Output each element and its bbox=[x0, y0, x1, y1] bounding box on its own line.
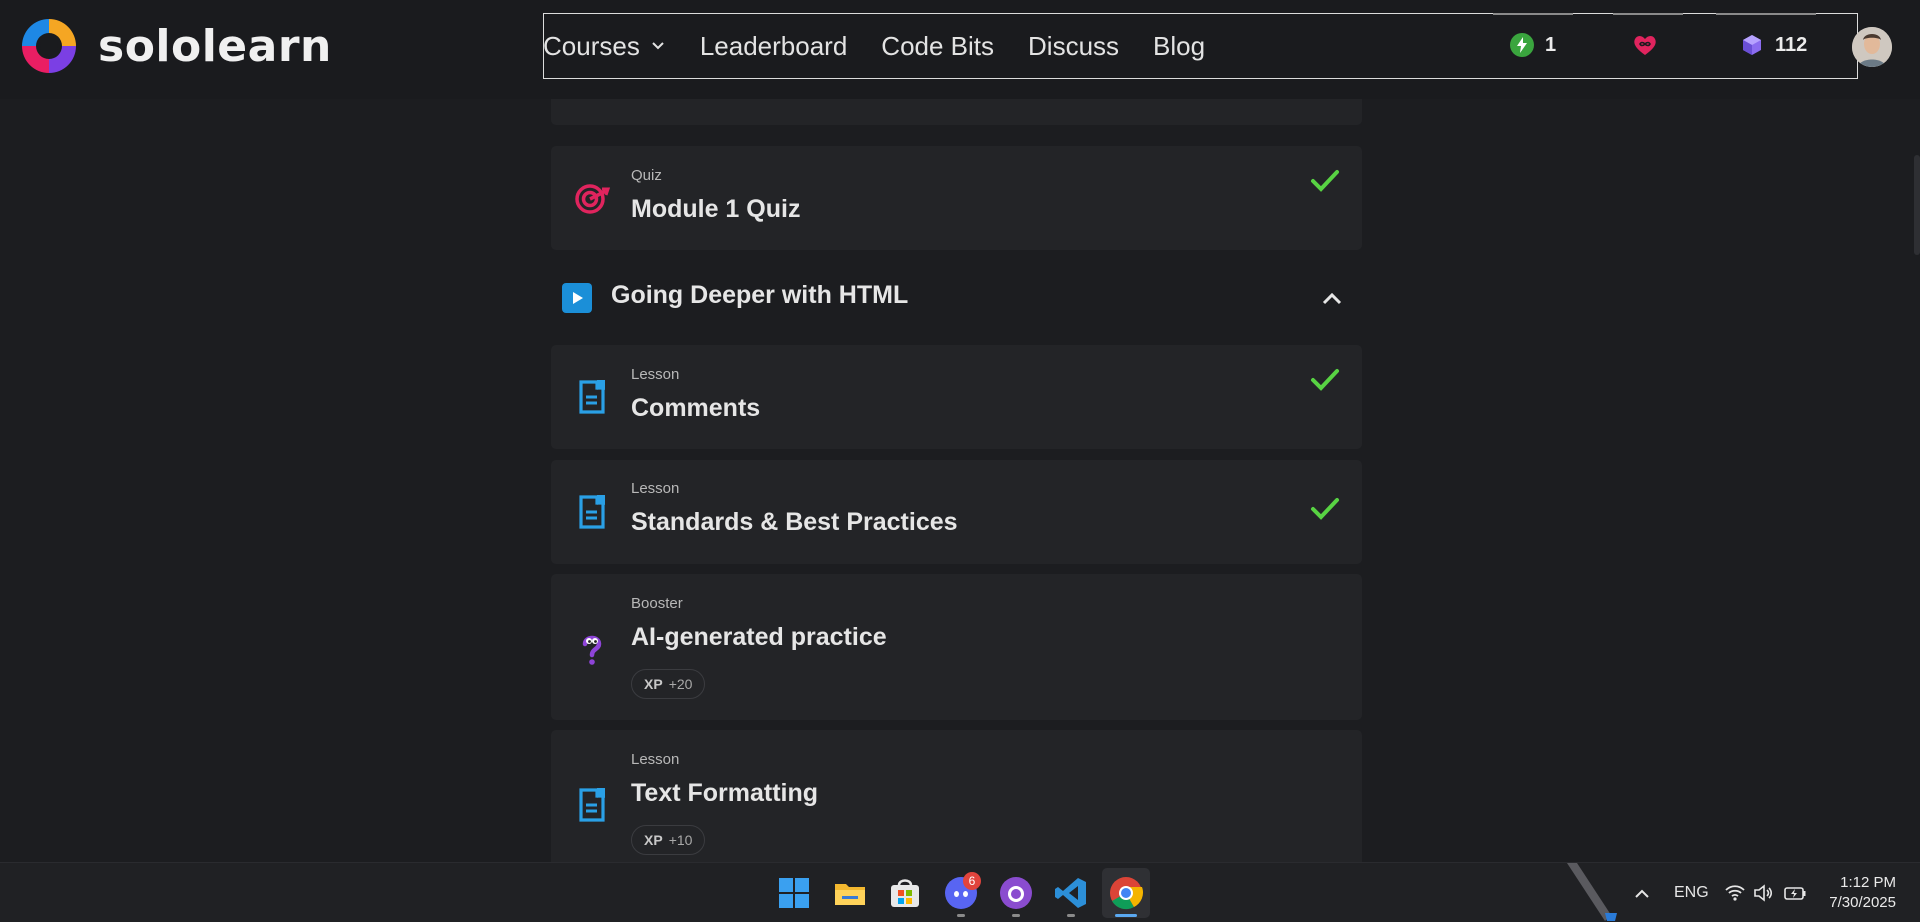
question-booster-icon bbox=[582, 635, 602, 665]
card-title: Standards & Best Practices bbox=[631, 508, 958, 536]
clock-time: 1:12 PM bbox=[1840, 874, 1896, 891]
divider bbox=[1613, 13, 1683, 15]
lesson-card-comments[interactable]: Lesson Comments bbox=[551, 345, 1362, 449]
gems-count: 112 bbox=[1775, 33, 1808, 56]
xp-label: XP bbox=[644, 676, 663, 692]
chrome-icon[interactable] bbox=[1108, 875, 1144, 911]
clock-date: 7/30/2025 bbox=[1829, 894, 1896, 911]
chevron-up-icon[interactable] bbox=[1320, 287, 1344, 311]
lesson-card-text-formatting[interactable]: Lesson Text Formatting XP +10 bbox=[551, 730, 1362, 880]
infinite-heart-icon bbox=[1634, 36, 1656, 55]
nav-courses[interactable]: Courses bbox=[543, 31, 666, 62]
user-avatar[interactable] bbox=[1852, 27, 1892, 67]
gems-counter[interactable]: 112 bbox=[1739, 32, 1807, 58]
system-clock[interactable]: 1:12 PM 7/30/2025 bbox=[1829, 873, 1896, 913]
card-title: AI-generated practice bbox=[631, 623, 887, 651]
nav-blog[interactable]: Blog bbox=[1153, 31, 1205, 62]
microsoft-store-icon[interactable] bbox=[887, 875, 923, 911]
notification-badge: 6 bbox=[963, 872, 981, 890]
main-nav: Courses Leaderboard Code Bits Discuss Bl… bbox=[543, 13, 1239, 79]
lesson-card-standards[interactable]: Lesson Standards & Best Practices bbox=[551, 460, 1362, 564]
checkmark-icon bbox=[1311, 369, 1339, 391]
sololearn-page: sololearn Courses Leaderboard Code Bits … bbox=[0, 0, 1920, 922]
lightning-bolt-icon bbox=[1510, 33, 1534, 57]
nav-courses-label: Courses bbox=[543, 30, 640, 61]
hearts-counter[interactable] bbox=[1632, 32, 1668, 58]
windows-start-icon[interactable] bbox=[776, 875, 812, 911]
card-title: Comments bbox=[631, 394, 761, 422]
windows-taskbar: 6 ENG 1:12 PM 7/30/2025 bbox=[0, 862, 1920, 922]
xp-value: +20 bbox=[668, 676, 693, 692]
vscode-icon[interactable] bbox=[1053, 875, 1089, 911]
wifi-icon[interactable] bbox=[1724, 883, 1746, 903]
volume-icon[interactable] bbox=[1753, 883, 1775, 903]
chevron-up-icon[interactable] bbox=[1633, 885, 1651, 903]
nav-discuss[interactable]: Discuss bbox=[1028, 31, 1119, 62]
sololearn-logo[interactable]: sololearn bbox=[18, 15, 332, 77]
running-indicator bbox=[1012, 914, 1020, 917]
running-indicator bbox=[1067, 914, 1075, 917]
xp-badge: XP +20 bbox=[631, 669, 706, 699]
card-title: Module 1 Quiz bbox=[631, 195, 801, 223]
target-icon bbox=[575, 184, 611, 214]
play-icon bbox=[562, 283, 592, 313]
profile-photo-icon bbox=[1852, 27, 1892, 67]
page-scrollbar[interactable] bbox=[1914, 155, 1920, 255]
card-kind-label: Lesson bbox=[631, 751, 680, 768]
nav-leaderboard[interactable]: Leaderboard bbox=[700, 31, 847, 62]
xp-value: +10 bbox=[668, 832, 693, 848]
github-desktop-icon[interactable] bbox=[998, 875, 1034, 911]
running-indicator bbox=[957, 914, 965, 917]
checkmark-icon bbox=[1311, 498, 1339, 520]
language-indicator[interactable]: ENG bbox=[1674, 863, 1709, 922]
lesson-card-module-1-quiz[interactable]: Quiz Module 1 Quiz bbox=[551, 146, 1362, 250]
pen-cursor-icon bbox=[1567, 863, 1617, 921]
card-title: Text Formatting bbox=[631, 779, 819, 807]
module-section-header[interactable]: Going Deeper with HTML bbox=[551, 275, 1362, 319]
divider bbox=[1493, 13, 1573, 15]
file-explorer-icon[interactable] bbox=[832, 875, 868, 911]
battery-charging-icon[interactable] bbox=[1783, 883, 1807, 903]
sololearn-logo-icon bbox=[22, 19, 76, 73]
active-indicator bbox=[1115, 914, 1137, 917]
chevron-down-icon bbox=[652, 42, 664, 50]
xp-badge: XP +10 bbox=[631, 825, 706, 855]
checkmark-icon bbox=[1311, 170, 1339, 192]
xp-label: XP bbox=[644, 832, 663, 848]
streak-counter[interactable]: 1 bbox=[1509, 32, 1556, 58]
card-kind-label: Lesson bbox=[631, 480, 680, 497]
section-title: Going Deeper with HTML bbox=[611, 281, 909, 309]
nav-code-bits[interactable]: Code Bits bbox=[881, 31, 994, 62]
booster-card-ai-practice[interactable]: Booster AI-generated practice XP +20 bbox=[551, 574, 1362, 720]
lesson-document-icon bbox=[579, 380, 605, 414]
lesson-document-icon bbox=[579, 788, 605, 822]
card-kind-label: Quiz bbox=[631, 167, 662, 184]
card-kind-label: Lesson bbox=[631, 366, 680, 383]
divider bbox=[1716, 13, 1816, 15]
brand-name: sololearn bbox=[98, 20, 332, 72]
gem-cube-icon bbox=[1743, 35, 1761, 55]
card-kind-label: Booster bbox=[631, 595, 683, 612]
streak-count: 1 bbox=[1545, 33, 1557, 56]
lesson-document-icon bbox=[579, 495, 605, 529]
top-header: sololearn Courses Leaderboard Code Bits … bbox=[0, 0, 1920, 99]
